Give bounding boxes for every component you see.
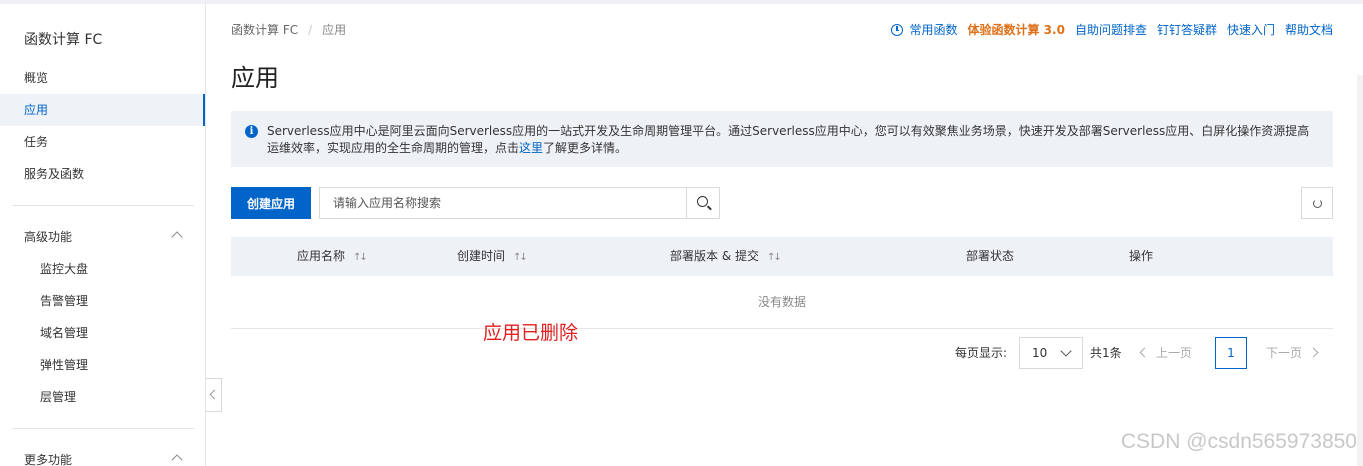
info-notice: i Serverless应用中心是阿里云面向Serverless应用的一站式开发… xyxy=(231,111,1333,167)
total-count: 共1条 xyxy=(1090,346,1122,360)
next-page-label: 下一页 xyxy=(1266,346,1303,360)
column-header-deploy-status: 部署状态 xyxy=(966,249,1015,263)
search-box xyxy=(319,187,720,219)
create-application-button[interactable]: 创建应用 xyxy=(231,187,311,219)
column-label: 创建时间 xyxy=(457,249,506,263)
help-docs-link[interactable]: 帮助文档 xyxy=(1285,21,1333,38)
breadcrumb-current: 应用 xyxy=(322,23,347,37)
chevron-up-icon xyxy=(171,231,183,243)
refresh-button[interactable] xyxy=(1301,187,1333,219)
sidebar-item-layers[interactable]: 层管理 xyxy=(0,381,205,413)
sort-icon[interactable]: ↑↓ xyxy=(767,238,782,277)
try-fc3-link[interactable]: 体验函数计算 3.0 xyxy=(968,21,1065,38)
search-input[interactable] xyxy=(320,188,687,218)
search-icon xyxy=(697,196,708,207)
sidebar: 函数计算 FC 概览 应用 任务 服务及函数 高级功能 监控大盘 告警管理 域名… xyxy=(0,4,206,466)
sidebar-item-services-functions[interactable]: 服务及函数 xyxy=(0,158,205,190)
notice-text-end: 了解更多详情。 xyxy=(543,141,628,155)
sidebar-item-applications[interactable]: 应用 xyxy=(0,94,205,126)
chevron-left-icon xyxy=(209,389,220,400)
table-header: 应用名称 ↑↓ 创建时间 ↑↓ 部署版本 & 提交 ↑↓ 部署状态 操作 xyxy=(231,237,1333,276)
sidebar-item-domains[interactable]: 域名管理 xyxy=(0,317,205,349)
refresh-icon xyxy=(1313,199,1322,208)
column-header-created-time[interactable]: 创建时间 ↑↓ xyxy=(457,237,528,277)
common-functions-link[interactable]: 常用函数 xyxy=(891,21,958,38)
top-links: 常用函数 体验函数计算 3.0 自助问题排查 钉钉答疑群 快速入门 帮助文档 xyxy=(891,21,1333,38)
column-header-actions: 操作 xyxy=(1129,249,1154,263)
table-empty-state: 没有数据 xyxy=(231,276,1333,329)
info-icon: i xyxy=(245,125,258,138)
watermark: CSDN @csdn565973850 xyxy=(1120,430,1357,453)
sidebar-divider xyxy=(12,428,194,429)
chevron-right-icon xyxy=(1308,347,1319,358)
self-diagnose-link[interactable]: 自助问题排查 xyxy=(1075,21,1147,38)
page-size-label: 每页显示: xyxy=(955,346,1008,360)
chevron-up-icon xyxy=(171,454,183,466)
sidebar-divider xyxy=(12,205,194,206)
sidebar-item-monitoring[interactable]: 监控大盘 xyxy=(0,253,205,285)
search-button[interactable] xyxy=(686,188,719,218)
sidebar-group-advanced[interactable]: 高级功能 xyxy=(0,221,205,253)
sidebar-group-more[interactable]: 更多功能 xyxy=(0,444,205,466)
prev-page-button[interactable]: 上一页 xyxy=(1139,337,1193,369)
sidebar-item-elasticity[interactable]: 弹性管理 xyxy=(0,349,205,381)
sidebar-group-label: 高级功能 xyxy=(24,230,73,244)
column-label: 部署版本 & 提交 xyxy=(670,249,759,263)
sidebar-title: 函数计算 FC xyxy=(24,32,103,48)
sidebar-item-tasks[interactable]: 任务 xyxy=(0,126,205,158)
quick-start-link[interactable]: 快速入门 xyxy=(1227,21,1275,38)
chevron-left-icon xyxy=(1139,347,1150,358)
next-page-button[interactable]: 下一页 xyxy=(1266,337,1319,369)
page-size-select[interactable]: 10 xyxy=(1019,337,1083,369)
notice-text: Serverless应用中心是阿里云面向Serverless应用的一站式开发及生… xyxy=(267,124,1310,155)
chevron-down-icon xyxy=(1060,345,1072,357)
column-label: 应用名称 xyxy=(297,249,346,263)
column-header-deploy-version[interactable]: 部署版本 & 提交 ↑↓ xyxy=(670,237,782,277)
clock-icon xyxy=(891,24,904,36)
scrollbar-track[interactable] xyxy=(1357,75,1363,466)
prev-page-label: 上一页 xyxy=(1156,346,1193,360)
sidebar-collapse-button[interactable] xyxy=(206,378,222,412)
page-size-value: 10 xyxy=(1032,346,1048,360)
page-number-current[interactable]: 1 xyxy=(1215,337,1247,369)
annotation-text: 应用已删除 xyxy=(483,322,579,344)
sidebar-item-overview[interactable]: 概览 xyxy=(0,62,205,94)
breadcrumb: 函数计算 FC / 应用 xyxy=(231,21,346,38)
sort-icon[interactable]: ↑↓ xyxy=(513,238,528,277)
breadcrumb-separator: / xyxy=(308,23,313,37)
page-title: 应用 xyxy=(231,64,279,92)
sidebar-group-label: 更多功能 xyxy=(24,453,73,466)
common-functions-label: 常用函数 xyxy=(909,23,958,37)
notice-link[interactable]: 这里 xyxy=(519,141,543,155)
breadcrumb-root[interactable]: 函数计算 FC xyxy=(231,23,298,37)
column-header-app-name[interactable]: 应用名称 ↑↓ xyxy=(297,237,368,277)
sidebar-item-alerts[interactable]: 告警管理 xyxy=(0,285,205,317)
dingtalk-group-link[interactable]: 钉钉答疑群 xyxy=(1157,21,1217,38)
sort-icon[interactable]: ↑↓ xyxy=(353,238,368,277)
